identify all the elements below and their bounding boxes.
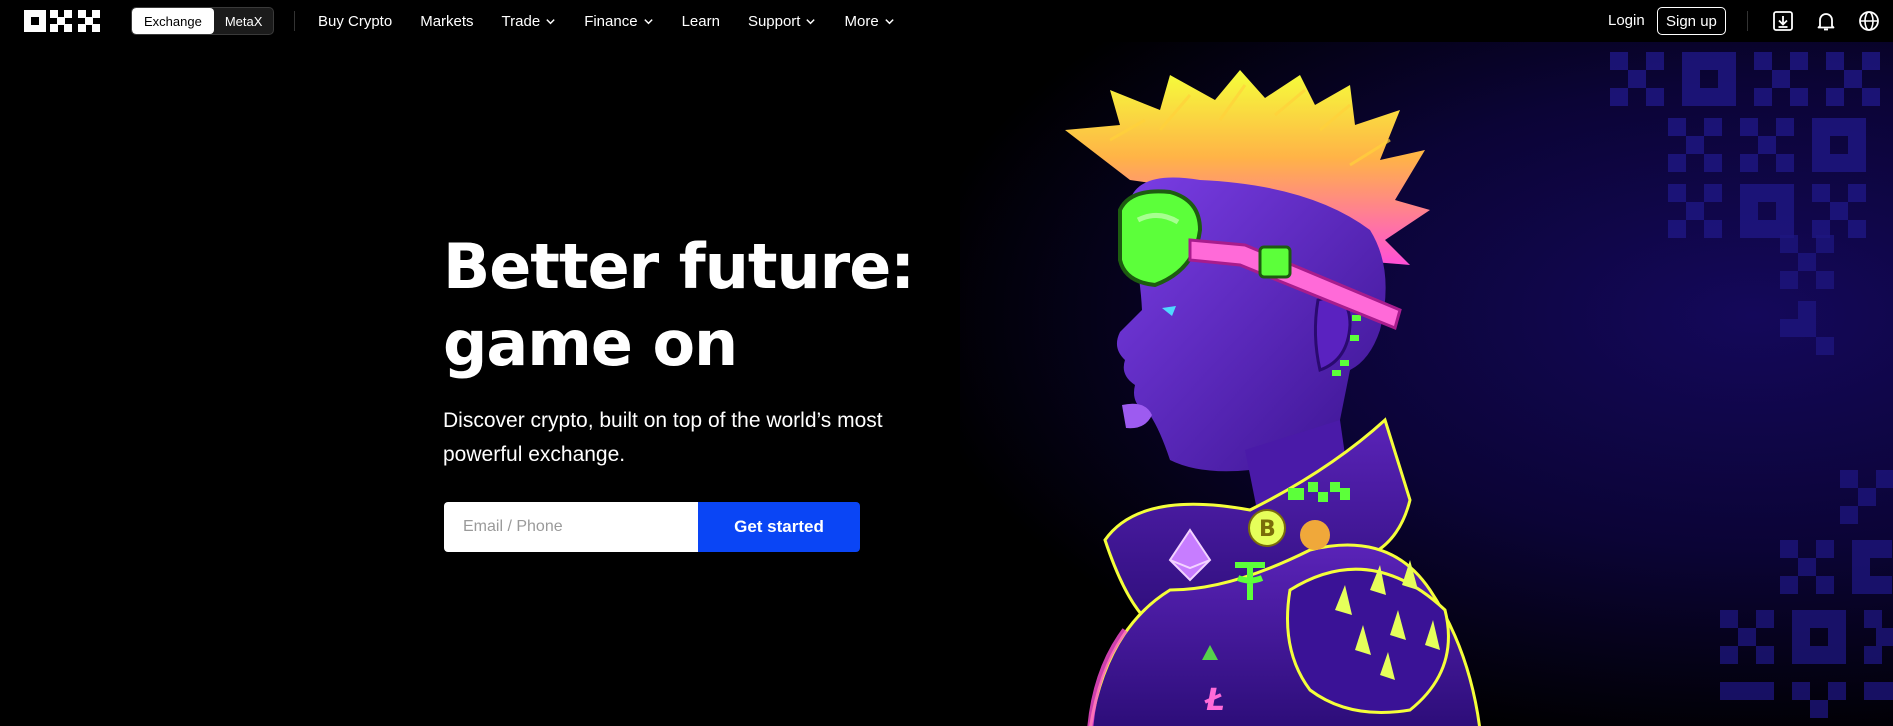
hero-headline: Better future: game on bbox=[443, 228, 1003, 382]
login-link[interactable]: Login bbox=[1608, 12, 1645, 29]
hero-character-illustration: B Ł bbox=[1065, 70, 1481, 726]
get-started-button[interactable]: Get started bbox=[698, 502, 860, 552]
svg-text:Ł: Ł bbox=[1204, 683, 1225, 718]
okx-pattern-decoration bbox=[1720, 470, 1893, 718]
menu-item-support[interactable]: Support bbox=[748, 13, 817, 30]
chevron-down-icon bbox=[643, 18, 653, 24]
globe-icon[interactable] bbox=[1857, 9, 1881, 33]
signup-form: Get started bbox=[444, 502, 860, 552]
hero-headline-line1: Better future: bbox=[443, 230, 915, 303]
chevron-down-icon bbox=[806, 18, 816, 24]
chevron-down-icon bbox=[884, 18, 894, 24]
switch-metax[interactable]: MetaX bbox=[214, 8, 274, 34]
exchange-metax-switch: Exchange MetaX bbox=[131, 7, 275, 35]
menu-item-finance[interactable]: Finance bbox=[584, 13, 653, 30]
okx-logo[interactable] bbox=[24, 10, 104, 32]
download-icon[interactable] bbox=[1771, 9, 1795, 33]
hero-headline-line2: game on bbox=[443, 307, 738, 380]
email-phone-input[interactable] bbox=[444, 502, 698, 552]
menu-item-trade[interactable]: Trade bbox=[502, 13, 557, 30]
svg-text:B: B bbox=[1259, 517, 1276, 542]
switch-exchange[interactable]: Exchange bbox=[132, 8, 214, 34]
okx-pattern-decoration bbox=[1780, 235, 1834, 355]
top-navbar: Exchange MetaX Buy Crypto Markets Trade … bbox=[0, 0, 1893, 42]
signup-button[interactable]: Sign up bbox=[1657, 7, 1726, 35]
nav-divider bbox=[294, 11, 295, 31]
bell-icon[interactable] bbox=[1814, 9, 1838, 33]
main-menu: Buy Crypto Markets Trade Finance Learn S… bbox=[318, 0, 923, 42]
menu-item-more[interactable]: More bbox=[844, 13, 894, 30]
nav-divider bbox=[1747, 11, 1748, 31]
okx-pattern-decoration bbox=[1610, 52, 1880, 238]
menu-item-learn[interactable]: Learn bbox=[682, 13, 720, 30]
menu-item-markets[interactable]: Markets bbox=[420, 13, 473, 30]
menu-item-buy-crypto[interactable]: Buy Crypto bbox=[318, 13, 392, 30]
hero-subtitle: Discover crypto, built on top of the wor… bbox=[443, 409, 883, 466]
chevron-down-icon bbox=[546, 18, 555, 24]
